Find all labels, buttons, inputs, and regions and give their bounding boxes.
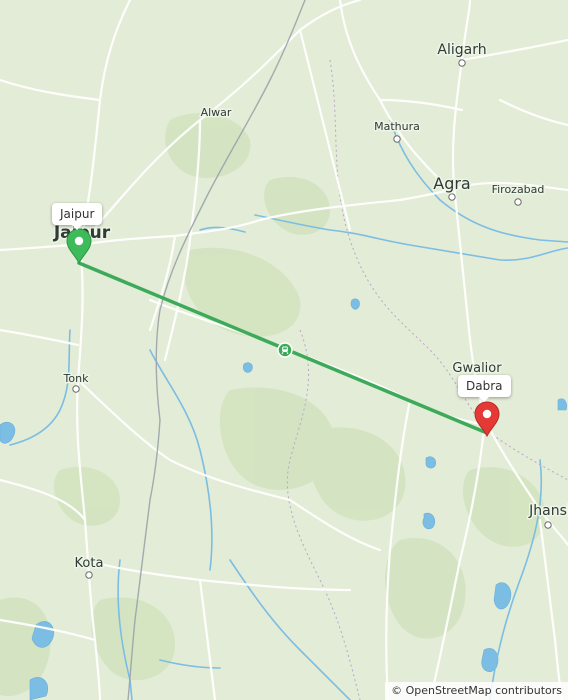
place-label-mathura: Mathura <box>374 120 420 133</box>
train-icon <box>277 342 293 358</box>
place-label-kota: Kota <box>75 556 104 571</box>
start-marker-label-text: Jaipur <box>60 207 95 221</box>
place-label-jhansi: Jhansi <box>528 503 568 519</box>
place-label-gwalior: Gwalior <box>452 361 502 376</box>
map-canvas[interactable]: Aligarh Alwar Mathura Agra Firozabad Jai… <box>0 0 568 700</box>
map-attribution: © OpenStreetMap contributors <box>385 682 568 700</box>
place-label-aligarh: Aligarh <box>437 42 486 58</box>
place-label-agra: Agra <box>433 174 470 193</box>
place-label-tonk: Tonk <box>63 372 90 385</box>
place-dot-aligarh <box>458 59 466 67</box>
start-marker-label: Jaipur <box>52 203 103 230</box>
place-dot-kota <box>85 571 93 579</box>
place-dot-firozabad <box>514 198 522 206</box>
place-dot-tonk <box>72 385 80 393</box>
place-label-alwar: Alwar <box>201 106 232 119</box>
end-marker-label-text: Dabra <box>466 379 503 393</box>
attribution-link[interactable]: OpenStreetMap contributors <box>406 684 562 697</box>
end-marker-label: Dabra <box>458 375 511 402</box>
place-dot-jhansi <box>544 521 552 529</box>
copyright-symbol: © <box>391 684 403 697</box>
place-dot-mathura <box>393 135 401 143</box>
place-dot-agra <box>448 193 456 201</box>
place-label-firozabad: Firozabad <box>492 183 545 196</box>
